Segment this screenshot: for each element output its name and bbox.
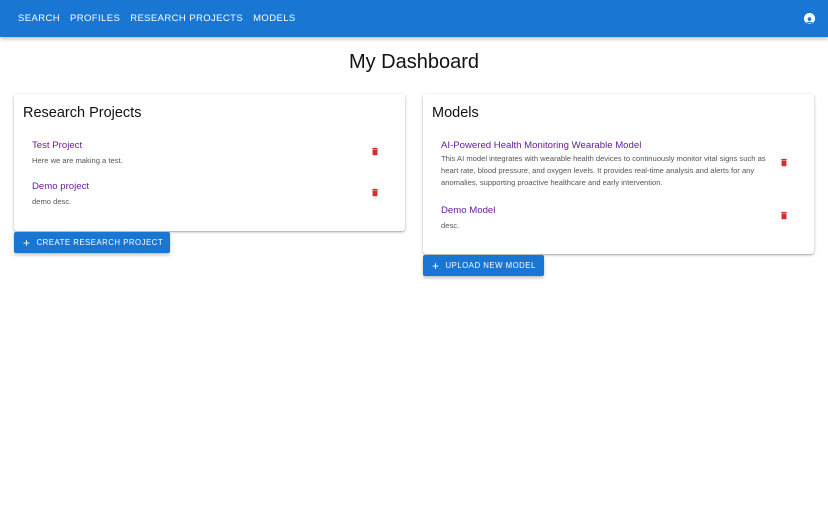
project-title-link[interactable]: Demo project — [32, 181, 89, 192]
create-research-project-label: CREATE RESEARCH PROJECT — [36, 238, 164, 247]
nav-models[interactable]: MODELS — [253, 13, 296, 24]
upload-new-model-label: UPLOAD NEW MODEL — [445, 261, 536, 270]
app-bar: SEARCH PROFILES RESEARCH PROJECTS MODELS — [0, 0, 828, 37]
research-projects-card: Research Projects Test Project Here we a… — [14, 94, 405, 231]
nav-research-projects[interactable]: RESEARCH PROJECTS — [130, 13, 243, 24]
research-project-item[interactable]: Test Project Here we are making a test. — [32, 140, 123, 167]
model-desc: desc. — [441, 221, 460, 230]
plus-icon: + — [23, 235, 31, 250]
model-title-link[interactable]: Demo Model — [441, 205, 495, 216]
account-icon[interactable] — [804, 13, 815, 24]
models-card: Models AI-Powered Health Monitoring Wear… — [423, 94, 814, 254]
model-title-link[interactable]: AI-Powered Health Monitoring Wearable Mo… — [441, 140, 771, 151]
page-title: My Dashboard — [348, 51, 480, 73]
delete-icon[interactable] — [370, 146, 380, 157]
delete-icon[interactable] — [370, 187, 380, 198]
project-desc: Here we are making a test. — [32, 156, 123, 165]
plus-icon: + — [432, 258, 440, 273]
upload-new-model-button[interactable]: + UPLOAD NEW MODEL — [423, 255, 544, 276]
model-desc: This AI model integrates with wearable h… — [441, 154, 766, 187]
nav-profiles[interactable]: PROFILES — [70, 13, 120, 24]
research-project-item[interactable]: Demo project demo desc. — [32, 181, 89, 208]
nav-search[interactable]: SEARCH — [18, 13, 60, 24]
project-desc: demo desc. — [32, 197, 72, 206]
project-title-link[interactable]: Test Project — [32, 140, 123, 151]
model-item[interactable]: AI-Powered Health Monitoring Wearable Mo… — [441, 140, 771, 189]
research-projects-heading: Research Projects — [23, 105, 142, 121]
create-research-project-button[interactable]: + CREATE RESEARCH PROJECT — [14, 232, 170, 253]
model-item[interactable]: Demo Model desc. — [441, 205, 495, 232]
models-heading: Models — [432, 105, 479, 121]
delete-icon[interactable] — [779, 157, 789, 168]
delete-icon[interactable] — [779, 210, 789, 221]
